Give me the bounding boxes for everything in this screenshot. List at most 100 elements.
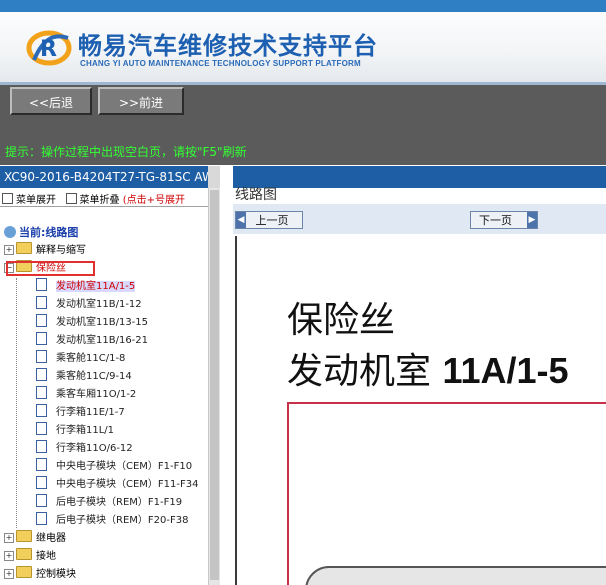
document-icon xyxy=(36,332,47,345)
document-heading-2: 发动机室 11A/1-5 xyxy=(287,342,569,394)
tree-folder-label[interactable]: 控制模块 xyxy=(36,569,76,580)
collapse-hint: (点击+号展开 xyxy=(122,195,186,206)
tree-folder[interactable]: + 控制模块 xyxy=(4,566,76,582)
menu-collapse-link[interactable]: 菜单折叠 xyxy=(80,195,120,206)
back-button[interactable]: <<后退 xyxy=(10,87,92,115)
tree-doc-label[interactable]: 行李箱11O/6-12 xyxy=(56,443,133,454)
document-icon xyxy=(36,458,47,471)
svg-text:R: R xyxy=(40,37,57,62)
left-tree-panel: XC90-2016-B4204T27-TG-81SC AW 菜单展开 菜单折叠 … xyxy=(0,166,220,585)
tree-doc-item[interactable]: 乘客舱11C/9-14 xyxy=(36,368,132,384)
tree-folder[interactable]: + 解释与缩写 xyxy=(4,242,86,258)
header-top-strip xyxy=(0,0,606,12)
content-title: 线路图 xyxy=(235,187,277,203)
expand-checkbox-icon[interactable] xyxy=(2,193,13,204)
notice-text: 提示：操作过程中出现空白页，请按"F5"刷新 xyxy=(5,145,247,159)
tree-doc-label[interactable]: 乘客舱11C/1-8 xyxy=(56,353,125,364)
tree-doc-item[interactable]: 乘客车厢11O/1-2 xyxy=(36,386,136,402)
tree-scrollbar-thumb[interactable] xyxy=(210,190,219,580)
tree-doc-label[interactable]: 乘客舱11C/9-14 xyxy=(56,371,132,382)
forward-button[interactable]: >>前进 xyxy=(98,87,184,115)
site-title: 畅易汽车维修技术支持平台 xyxy=(78,32,378,60)
tree-doc-item[interactable]: 中央电子模块（CEM）F1-F10 xyxy=(36,458,192,474)
site-subtitle: CHANG YI AUTO MAINTENANCE TECHNOLOGY SUP… xyxy=(80,59,361,68)
vehicle-model-text: XC90-2016-B4204T27-TG-81SC AW xyxy=(4,170,214,184)
tree-doc-item[interactable]: 后电子模块（REM）F1-F19 xyxy=(36,494,182,510)
next-page-button[interactable]: 下一页 ▶ xyxy=(470,211,538,229)
tree-scrollbar[interactable] xyxy=(208,188,220,585)
tree-divider xyxy=(0,206,208,207)
expand-plus-icon[interactable]: + xyxy=(4,245,14,255)
pager-bar: ◀ 上一页 下一页 ▶ xyxy=(233,204,606,234)
document-icon xyxy=(36,440,47,453)
diagram-shape xyxy=(305,566,606,585)
prev-page-label: 上一页 xyxy=(255,214,289,227)
tree-doc-label[interactable]: 发动机室11A/1-5 xyxy=(56,281,136,292)
document-icon xyxy=(36,278,47,291)
tree-folder[interactable]: + 接地 xyxy=(4,548,56,564)
next-page-label: 下一页 xyxy=(479,214,512,227)
document-icon xyxy=(36,386,47,399)
nav-bar: <<后退 >>前进 xyxy=(0,85,606,121)
folder-icon xyxy=(16,566,32,578)
collapse-checkbox-icon[interactable] xyxy=(65,193,77,204)
menu-expand-link[interactable]: 菜单展开 xyxy=(16,195,56,206)
tree-doc-label[interactable]: 行李箱11E/1-7 xyxy=(56,407,125,418)
tree-root: 当前:线路图 xyxy=(4,224,78,240)
document-heading-2-text: 发动机室 xyxy=(287,351,432,392)
diagram-frame xyxy=(287,402,606,585)
tree-connector xyxy=(16,278,18,528)
notice-bar: 提示：操作过程中出现空白页，请按"F5"刷新 xyxy=(0,121,606,165)
tree-doc-item[interactable]: 后电子模块（REM）F20-F38 xyxy=(36,512,188,528)
tree-doc-label[interactable]: 发动机室11B/1-12 xyxy=(56,299,142,310)
tree-root-label: 当前:线路图 xyxy=(19,226,79,239)
tree-doc-label[interactable]: 发动机室11B/13-15 xyxy=(56,317,148,328)
selected-folder-highlight xyxy=(6,261,95,276)
content-top-bar xyxy=(233,166,606,188)
arrow-left-icon: ◀ xyxy=(236,212,246,228)
tree-doc-label[interactable]: 后电子模块（REM）F20-F38 xyxy=(56,515,188,526)
document-icon xyxy=(36,476,47,489)
tree-doc-label[interactable]: 中央电子模块（CEM）F11-F34 xyxy=(56,479,199,490)
document-icon xyxy=(36,512,47,525)
expand-plus-icon[interactable]: + xyxy=(4,533,14,543)
viewer-left-border xyxy=(235,236,237,585)
tree-doc-item[interactable]: 乘客舱11C/1-8 xyxy=(36,350,125,366)
tree-doc-label[interactable]: 乘客车厢11O/1-2 xyxy=(56,389,136,400)
expand-plus-icon[interactable]: + xyxy=(4,569,14,579)
arrow-right-icon: ▶ xyxy=(527,212,537,228)
r-swoosh-logo-icon: R xyxy=(26,30,72,66)
tree-doc-item[interactable]: 发动机室11B/13-15 xyxy=(36,314,148,330)
document-icon xyxy=(36,314,47,327)
folder-icon xyxy=(16,548,32,560)
tree-folder[interactable]: + 继电器 xyxy=(4,530,66,546)
tree-doc-item[interactable]: 发动机室11B/1-12 xyxy=(36,296,142,312)
globe-icon xyxy=(4,226,16,238)
document-heading-1: 保险丝 xyxy=(287,300,396,341)
tree-doc-label[interactable]: 后电子模块（REM）F1-F19 xyxy=(56,497,182,508)
tree-folder-label[interactable]: 接地 xyxy=(36,551,56,562)
tree-doc-item[interactable]: 行李箱11E/1-7 xyxy=(36,404,125,420)
tree-doc-label[interactable]: 行李箱11L/1 xyxy=(56,425,114,436)
tree-doc-item[interactable]: 行李箱11L/1 xyxy=(36,422,114,438)
tree-folder-label[interactable]: 解释与缩写 xyxy=(36,245,86,256)
tree-doc-item[interactable]: 发动机室11B/16-21 xyxy=(36,332,148,348)
prev-page-button[interactable]: ◀ 上一页 xyxy=(235,211,303,229)
tree-folder-label[interactable]: 继电器 xyxy=(36,533,66,544)
folder-icon xyxy=(16,530,32,542)
expand-plus-icon[interactable]: + xyxy=(4,551,14,561)
document-viewer[interactable]: 保险丝 发动机室 11A/1-5 xyxy=(235,236,606,585)
document-icon xyxy=(36,494,47,507)
vehicle-model-bar: XC90-2016-B4204T27-TG-81SC AW xyxy=(0,166,220,188)
tree-doc-item[interactable]: 中央电子模块（CEM）F11-F34 xyxy=(36,476,199,492)
document-icon xyxy=(36,422,47,435)
menu-expand-row: 菜单展开 菜单折叠 (点击+号展开 xyxy=(2,191,185,206)
tree-doc-label[interactable]: 发动机室11B/16-21 xyxy=(56,335,148,346)
tree-doc-label[interactable]: 中央电子模块（CEM）F1-F10 xyxy=(56,461,192,472)
folder-icon xyxy=(16,242,32,254)
tree-doc-item[interactable]: 行李箱11O/6-12 xyxy=(36,440,133,456)
document-icon xyxy=(36,368,47,381)
tree-doc-item[interactable]: 发动机室11A/1-5 xyxy=(36,278,136,294)
vehicle-bar-scrollbar[interactable] xyxy=(208,166,220,188)
content-panel: 线路图 ◀ 上一页 下一页 ▶ 保险丝 发动机室 11A/1-5 xyxy=(233,166,606,585)
